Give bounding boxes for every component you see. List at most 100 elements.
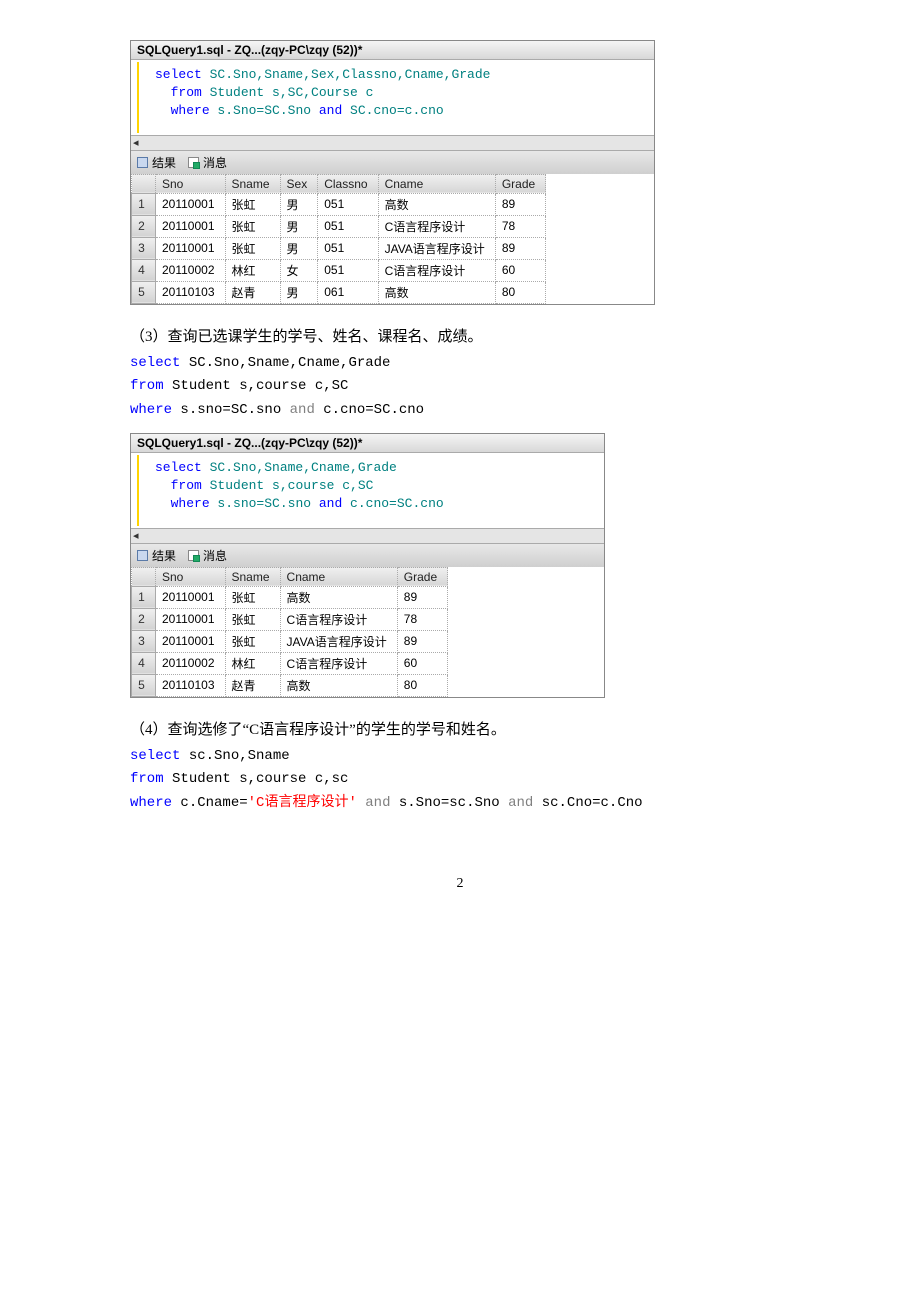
table-row[interactable]: 420110002林红女051C语言程序设计60 [132, 259, 546, 281]
tab-messages-label: 消息 [203, 154, 227, 171]
table-cell: 051 [318, 193, 378, 215]
table-cell: 20110103 [156, 674, 226, 696]
result-tabs: 结果 消息 [131, 150, 654, 174]
table-cell: 20110001 [156, 608, 226, 630]
column-header [132, 567, 156, 586]
table-cell: 张虹 [225, 586, 280, 608]
table-row[interactable]: 120110001张虹男051高数89 [132, 193, 546, 215]
table-cell: 051 [318, 259, 378, 281]
row-number: 3 [132, 237, 156, 259]
tab-messages-label: 消息 [203, 547, 227, 564]
sql-panel-2: SQLQuery1.sql - ZQ...(zqy-PC\zqy (52))* … [130, 433, 605, 698]
code-rest: c.Cname= [172, 795, 248, 811]
kw-and: and [357, 795, 391, 811]
message-icon [188, 157, 199, 168]
kw-where: where [130, 402, 172, 418]
table-cell: 赵青 [225, 281, 280, 303]
table-cell: C语言程序设计 [378, 215, 495, 237]
table-row[interactable]: 320110001张虹JAVA语言程序设计89 [132, 630, 448, 652]
table-cell: 20110103 [156, 281, 226, 303]
table-cell: 张虹 [225, 237, 280, 259]
kw-and: and [508, 795, 533, 811]
result-table-1: SnoSnameSexClassnoCnameGrade120110001张虹男… [131, 174, 546, 304]
message-icon [188, 550, 199, 561]
grid-icon [137, 550, 148, 561]
table-row[interactable]: 220110001张虹男051C语言程序设计78 [132, 215, 546, 237]
table-cell: JAVA语言程序设计 [280, 630, 397, 652]
table-row[interactable]: 320110001张虹男051JAVA语言程序设计89 [132, 237, 546, 259]
horizontal-scrollbar[interactable]: ◂ [131, 528, 604, 543]
sql-cond2: SC.cno=c.cno [342, 103, 443, 118]
table-cell: 20110002 [156, 259, 226, 281]
table-cell: JAVA语言程序设计 [378, 237, 495, 259]
table-cell: 女 [280, 259, 318, 281]
table-cell: 051 [318, 237, 378, 259]
table-cell: 张虹 [225, 608, 280, 630]
table-cell: 80 [397, 674, 447, 696]
table-cell: 高数 [280, 674, 397, 696]
table-row[interactable]: 520110103赵青男061高数80 [132, 281, 546, 303]
table-row[interactable]: 120110001张虹高数89 [132, 586, 448, 608]
table-cell: 20110001 [156, 630, 226, 652]
table-cell: 051 [318, 215, 378, 237]
column-header: Sname [225, 174, 280, 193]
tab-results[interactable]: 结果 [137, 547, 176, 564]
row-number: 2 [132, 215, 156, 237]
scroll-left-icon[interactable]: ◂ [133, 529, 139, 542]
string-literal: 'C语言程序设计' [248, 795, 357, 811]
kw-select: select [155, 460, 202, 475]
row-number: 4 [132, 652, 156, 674]
row-number: 1 [132, 586, 156, 608]
table-cell: 20110002 [156, 652, 226, 674]
tab-messages[interactable]: 消息 [188, 547, 227, 564]
row-number: 4 [132, 259, 156, 281]
tab-messages[interactable]: 消息 [188, 154, 227, 171]
table-cell: C语言程序设计 [378, 259, 495, 281]
column-header: Grade [495, 174, 545, 193]
sql-fields: SC.Sno,Sname,Sex,Classno,Cname,Grade [202, 67, 491, 82]
column-header: Sex [280, 174, 318, 193]
row-number: 5 [132, 674, 156, 696]
table-cell: 男 [280, 215, 318, 237]
kw-from: from [171, 478, 202, 493]
table-row[interactable]: 520110103赵青高数80 [132, 674, 448, 696]
kw-select: select [130, 748, 180, 764]
table-cell: 78 [495, 215, 545, 237]
sql-panel-1: SQLQuery1.sql - ZQ...(zqy-PC\zqy (52))* … [130, 40, 655, 305]
sql-code: select SC.Sno,Sname,Cname,Grade from Stu… [137, 455, 602, 526]
column-header: Grade [397, 567, 447, 586]
table-row[interactable]: 220110001张虹C语言程序设计78 [132, 608, 448, 630]
column-header: Cname [378, 174, 495, 193]
table-cell: 061 [318, 281, 378, 303]
table-row[interactable]: 420110002林红C语言程序设计60 [132, 652, 448, 674]
table-cell: 男 [280, 237, 318, 259]
scroll-left-icon[interactable]: ◂ [133, 136, 139, 149]
tab-results[interactable]: 结果 [137, 154, 176, 171]
table-cell: 林红 [225, 652, 280, 674]
code-rest: s.sno=SC.sno [172, 402, 290, 418]
code-rest: Student s,course c,SC [164, 378, 349, 394]
table-cell: 78 [397, 608, 447, 630]
result-tabs: 结果 消息 [131, 543, 604, 567]
page-number: 2 [130, 876, 790, 892]
code-q4: select sc.Sno,Sname from Student s,cours… [130, 745, 790, 816]
kw-and: and [319, 103, 342, 118]
column-header [132, 174, 156, 193]
horizontal-scrollbar[interactable]: ◂ [131, 135, 654, 150]
table-cell: 89 [397, 630, 447, 652]
tab-results-label: 结果 [152, 154, 176, 171]
kw-where: where [130, 795, 172, 811]
kw-select: select [155, 67, 202, 82]
table-cell: 89 [495, 193, 545, 215]
kw-select: select [130, 355, 180, 371]
column-header: Sname [225, 567, 280, 586]
table-cell: 60 [495, 259, 545, 281]
code-rest: SC.Sno,Sname,Cname,Grade [180, 355, 390, 371]
code-q3: select SC.Sno,Sname,Cname,Grade from Stu… [130, 352, 790, 423]
sql-cond: s.sno=SC.sno [210, 496, 319, 511]
table-cell: 张虹 [225, 215, 280, 237]
sql-from-args: Student s,course c,SC [202, 478, 374, 493]
column-header: Sno [156, 174, 226, 193]
table-cell: 20110001 [156, 586, 226, 608]
panel-title: SQLQuery1.sql - ZQ...(zqy-PC\zqy (52))* [131, 434, 604, 453]
